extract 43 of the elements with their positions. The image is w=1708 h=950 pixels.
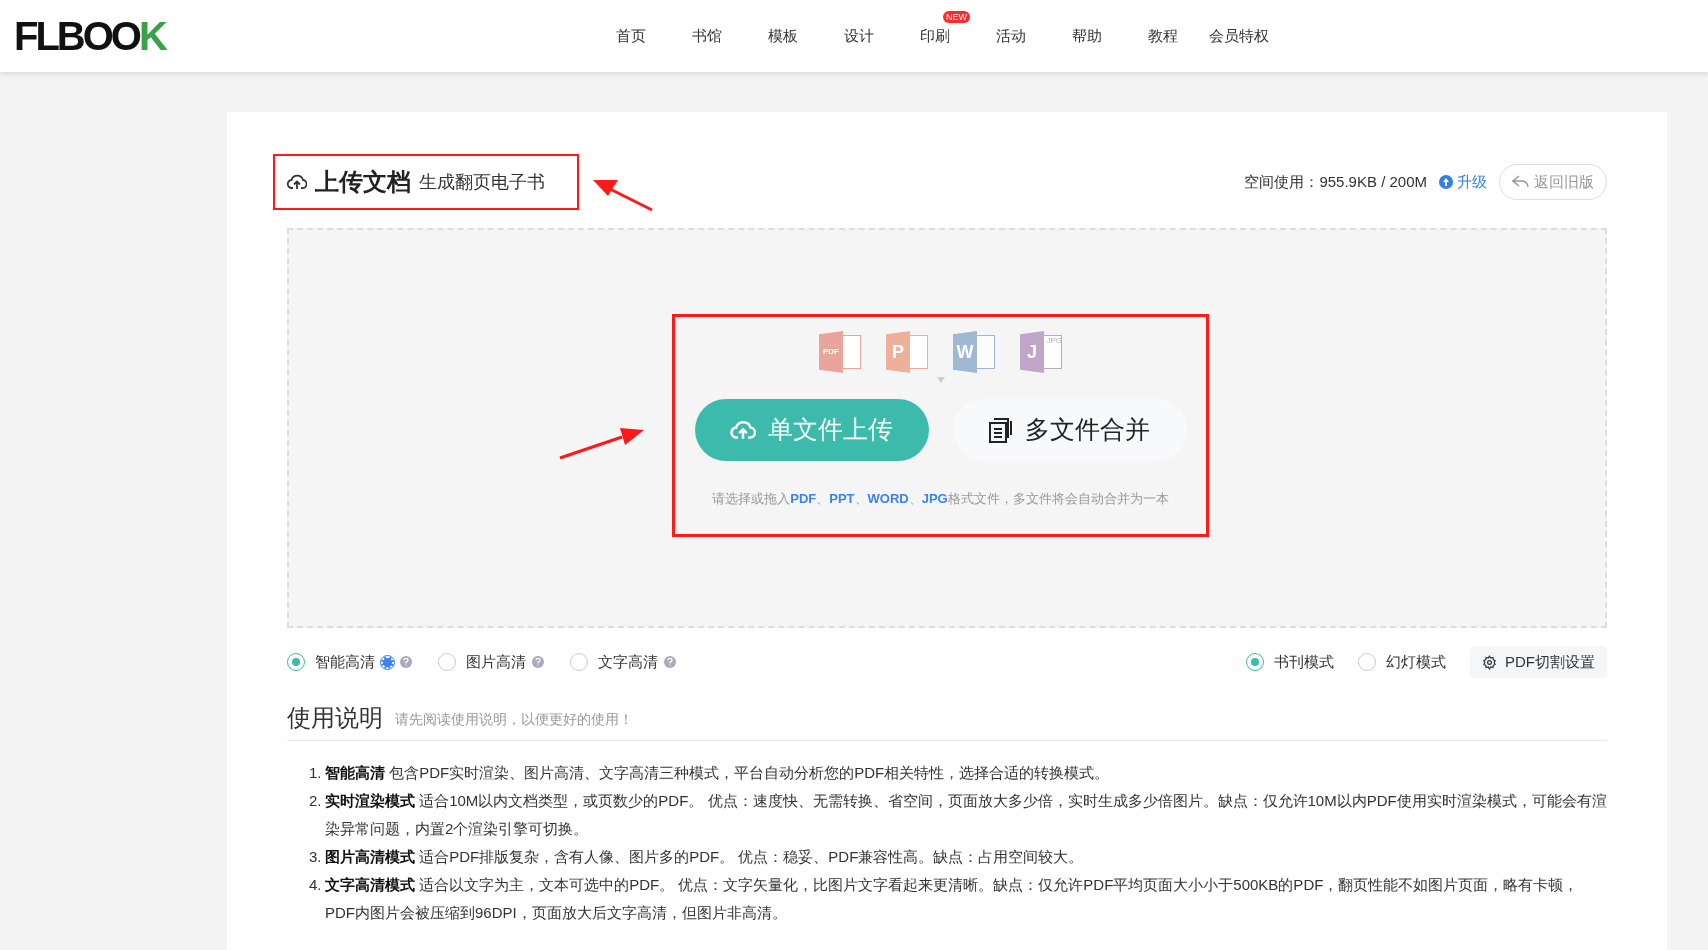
nav-link[interactable]: 设计 xyxy=(844,24,874,48)
upgrade-link[interactable]: 升级 xyxy=(1439,170,1487,194)
reply-icon xyxy=(1512,175,1530,189)
option-label: 书刊模式 xyxy=(1274,651,1334,672)
instruction-text: 图片高清模式 适合PDF排版复杂，含有人像、图片多的PDF。 优点：稳妥、PDF兼容性高。缺点：占用空间较大。 xyxy=(325,847,1084,867)
nav-link[interactable]: 活动 xyxy=(996,24,1026,48)
help-icon[interactable] xyxy=(532,656,544,668)
help-icon[interactable] xyxy=(400,656,412,668)
documents-icon xyxy=(989,417,1013,443)
nav-link[interactable]: 教程 xyxy=(1148,24,1178,48)
multi-merge-button[interactable]: 多文件合并 xyxy=(952,399,1187,461)
instruction-text: 智能高清 包含PDF实时渲染、图片高清、文字高清三种模式，平台自动分析您的PDF相关特性，选择合适的转换模式。 xyxy=(325,763,1110,783)
settings-icon xyxy=(1482,654,1497,670)
caret-icon xyxy=(936,377,945,383)
annotation-arrow xyxy=(593,180,653,212)
option-label: 图片高清 xyxy=(466,651,526,672)
list-number: 1. xyxy=(309,763,323,783)
upgrade-icon xyxy=(1439,175,1453,189)
list-number: 3. xyxy=(309,847,323,867)
page-title: 上传文档 xyxy=(315,167,411,197)
section-title: 使用说明 xyxy=(287,706,383,730)
help-icon[interactable] xyxy=(664,656,676,668)
list-number: 2. xyxy=(309,791,323,811)
nav-link[interactable]: 会员特权 xyxy=(1209,24,1269,48)
option-label: 智能高清 xyxy=(315,651,375,672)
instruction-text: 文字高清模式 适合以文字为主，文本可选中的PDF。 优点：文字矢量化，比图片文字看起来更清晰。缺点：仅允许PDF平均页面大小小于500KB的PDF，翻页性能不如图片页面，略有卡顿，PDF内图片会被压缩到96DPI，页面放大后文字高清，但图片非高清。 xyxy=(325,875,1580,923)
nav-link[interactable]: 帮助 xyxy=(1072,24,1102,48)
nav-link[interactable]: 首页 xyxy=(616,24,646,48)
list-number: 4. xyxy=(309,875,323,895)
option-label: 文字高清 xyxy=(598,651,658,672)
section-subtitle: 请先阅读使用说明，以便更好的使用！ xyxy=(395,710,633,729)
nav-link[interactable]: 印刷 xyxy=(920,24,950,48)
nav-link[interactable]: 书馆 xyxy=(692,24,722,48)
cloud-upload-icon xyxy=(287,174,307,190)
logo[interactable]: FLBOOK xyxy=(14,16,165,56)
option-label: 幻灯模式 xyxy=(1386,651,1446,672)
nav-link[interactable]: 模板 xyxy=(768,24,798,48)
pdf-split-settings-button[interactable]: PDF切割设置 xyxy=(1470,646,1607,678)
page-subtitle: 生成翻页电子书 xyxy=(419,170,545,194)
storage-usage: 空间使用：955.9KB / 200M xyxy=(1244,171,1427,192)
new-badge: NEW xyxy=(943,10,970,23)
cloud-upload-icon xyxy=(730,420,756,440)
instruction-text: 实时渲染模式 适合10M以内文档类型，或页数少的PDF。 优点：速度快、无需转换、省空间，页面放大多少倍，实时生成多少倍图片。缺点：仅允许10M以内PDF使用实时渲染模式，可能会有渲染异常问题，内置2个渲染引擎可切换。 xyxy=(325,791,1607,839)
